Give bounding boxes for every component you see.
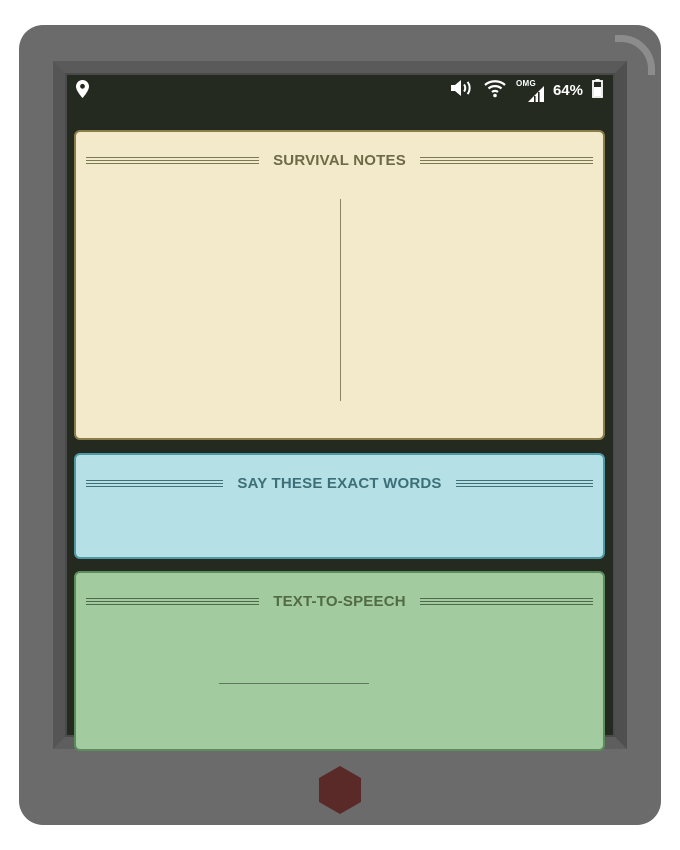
battery-percent: 64% (552, 82, 583, 99)
say-exact-words-panel[interactable]: SAY THESE EXACT WORDS (74, 453, 605, 559)
notes-column-divider (340, 199, 341, 401)
say-exact-words-header: SAY THESE EXACT WORDS (86, 474, 594, 492)
text-to-speech-input-line[interactable] (219, 683, 369, 684)
location-pin-icon (76, 80, 89, 103)
header-rule-left (86, 597, 260, 605)
header-rule-left (86, 479, 224, 487)
header-rule-left (86, 156, 260, 164)
text-to-speech-title: TEXT-TO-SPEECH (273, 592, 406, 610)
survival-notes-title: SURVIVAL NOTES (273, 151, 406, 169)
screen: OMG 64% SURVIVAL NOTES SAY THESE EXACT W… (67, 75, 613, 751)
text-to-speech-panel[interactable]: TEXT-TO-SPEECH (74, 571, 605, 751)
survival-notes-panel[interactable]: SURVIVAL NOTES (74, 130, 605, 440)
battery-icon (592, 78, 603, 103)
status-bar: OMG 64% (67, 75, 613, 105)
text-to-speech-header: TEXT-TO-SPEECH (86, 592, 594, 610)
signal-icon: OMG (516, 79, 544, 102)
survival-notes-header: SURVIVAL NOTES (86, 151, 594, 169)
header-rule-right (419, 597, 594, 605)
home-button[interactable] (319, 766, 361, 819)
header-rule-right (455, 479, 594, 487)
volume-icon (450, 79, 474, 102)
wifi-icon (483, 78, 507, 103)
say-exact-words-title: SAY THESE EXACT WORDS (237, 474, 442, 492)
header-rule-right (419, 156, 594, 164)
